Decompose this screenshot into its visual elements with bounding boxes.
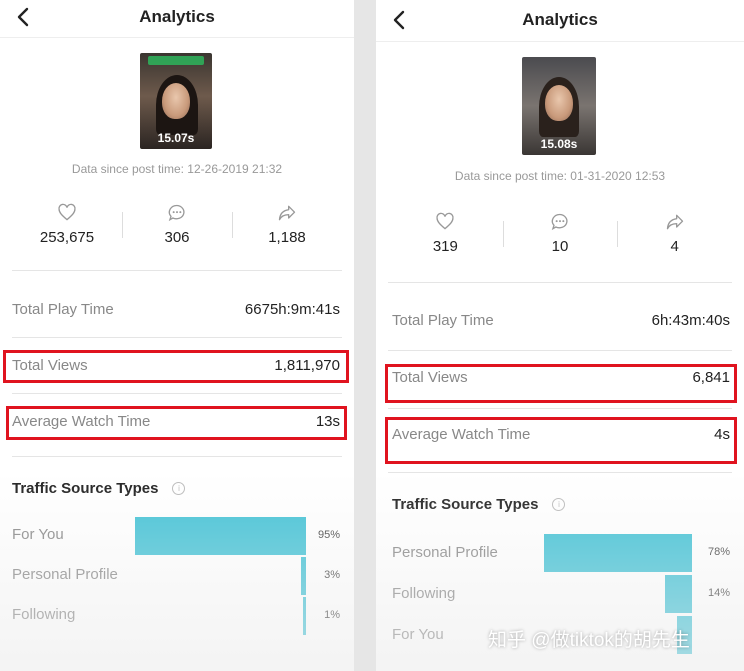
highlight-box-total-views [3,350,349,383]
heart-icon [58,203,76,221]
panel-divider [354,0,376,671]
traffic-label: For You [392,626,444,643]
comments-count: 10 [551,238,569,255]
metric-label: Total Play Time [12,301,114,318]
engagement-stats: 253,675 306 1,188 [12,202,342,246]
traffic-source-label: Traffic Source Types [12,480,159,497]
video-caption-sticker [148,56,204,65]
header-divider [0,37,354,38]
comment-icon [551,213,568,231]
traffic-label: Personal Profile [12,566,118,583]
shares-count: 1,188 [268,229,306,246]
likes-stat: 319 [388,211,503,255]
video-duration: 15.08s [540,137,578,151]
row-divider [12,456,342,457]
comment-icon [168,204,185,222]
highlight-box-average-watch-time [385,417,737,464]
traffic-bar [301,557,306,595]
video-duration: 15.07s [157,131,195,145]
traffic-bar [544,534,692,572]
page-title: Analytics [139,7,215,26]
likes-stat: 253,675 [12,202,122,246]
likes-count: 319 [432,238,458,255]
comments-count: 306 [164,229,190,246]
highlight-box-average-watch-time [6,406,347,440]
traffic-label: Following [392,585,456,602]
analytics-panel-left: Analytics 15.07s Data since post time: 1… [0,0,354,671]
traffic-bar [303,597,306,635]
traffic-bar [665,575,692,613]
traffic-label: For You [12,526,64,543]
section-divider [388,282,732,283]
analytics-panel-right: Analytics 15.08s Data since post time: 0… [376,0,744,671]
row-divider [388,408,732,409]
watermark-text: 知乎 @做tiktok的胡先生 [488,630,690,651]
data-since-text: Data since post time: 12-26-2019 21:32 [71,162,283,176]
metric-value: 6675h:9m:41s [244,301,340,318]
metric-total-play-time: Total Play Time 6h:43m:40s [392,312,730,329]
info-icon[interactable]: i [172,482,186,495]
traffic-label: Following [12,606,76,623]
traffic-source-label: Traffic Source Types [392,496,539,513]
video-thumbnail[interactable]: 15.08s [522,57,596,155]
highlight-box-total-views [385,364,737,403]
data-since-text: Data since post time: 01-31-2020 12:53 [454,169,666,183]
traffic-percent: 95% [317,529,340,541]
heart-icon [436,212,454,230]
shares-count: 4 [670,238,679,255]
likes-count: 253,675 [39,229,95,246]
video-thumbnail[interactable]: 15.07s [140,53,212,149]
engagement-stats: 319 10 4 [388,211,732,255]
metric-total-play-time: Total Play Time 6675h:9m:41s [12,301,340,318]
traffic-percent: 78% [707,546,730,558]
row-divider [12,393,342,394]
traffic-label: Personal Profile [392,544,498,561]
metric-label: Total Play Time [392,312,494,329]
page-title: Analytics [522,10,598,29]
comments-stat: 10 [502,211,618,255]
header-divider [376,41,744,42]
share-icon [666,214,683,230]
shares-stat: 4 [617,211,732,255]
share-icon [278,205,296,221]
traffic-source-title: Traffic Source Types i [12,480,186,497]
traffic-percent: 3% [324,569,340,581]
metric-value: 6h:43m:40s [651,312,730,329]
traffic-percent: 14% [707,587,730,599]
traffic-source-title: Traffic Source Types i [392,496,566,513]
row-divider [12,337,342,338]
row-divider [388,472,732,473]
comments-stat: 306 [122,202,232,246]
row-divider [388,350,732,351]
info-icon[interactable]: i [552,498,566,511]
section-divider [12,270,342,271]
traffic-percent: 1% [324,609,340,621]
traffic-bar [135,517,306,555]
shares-stat: 1,188 [232,202,342,246]
